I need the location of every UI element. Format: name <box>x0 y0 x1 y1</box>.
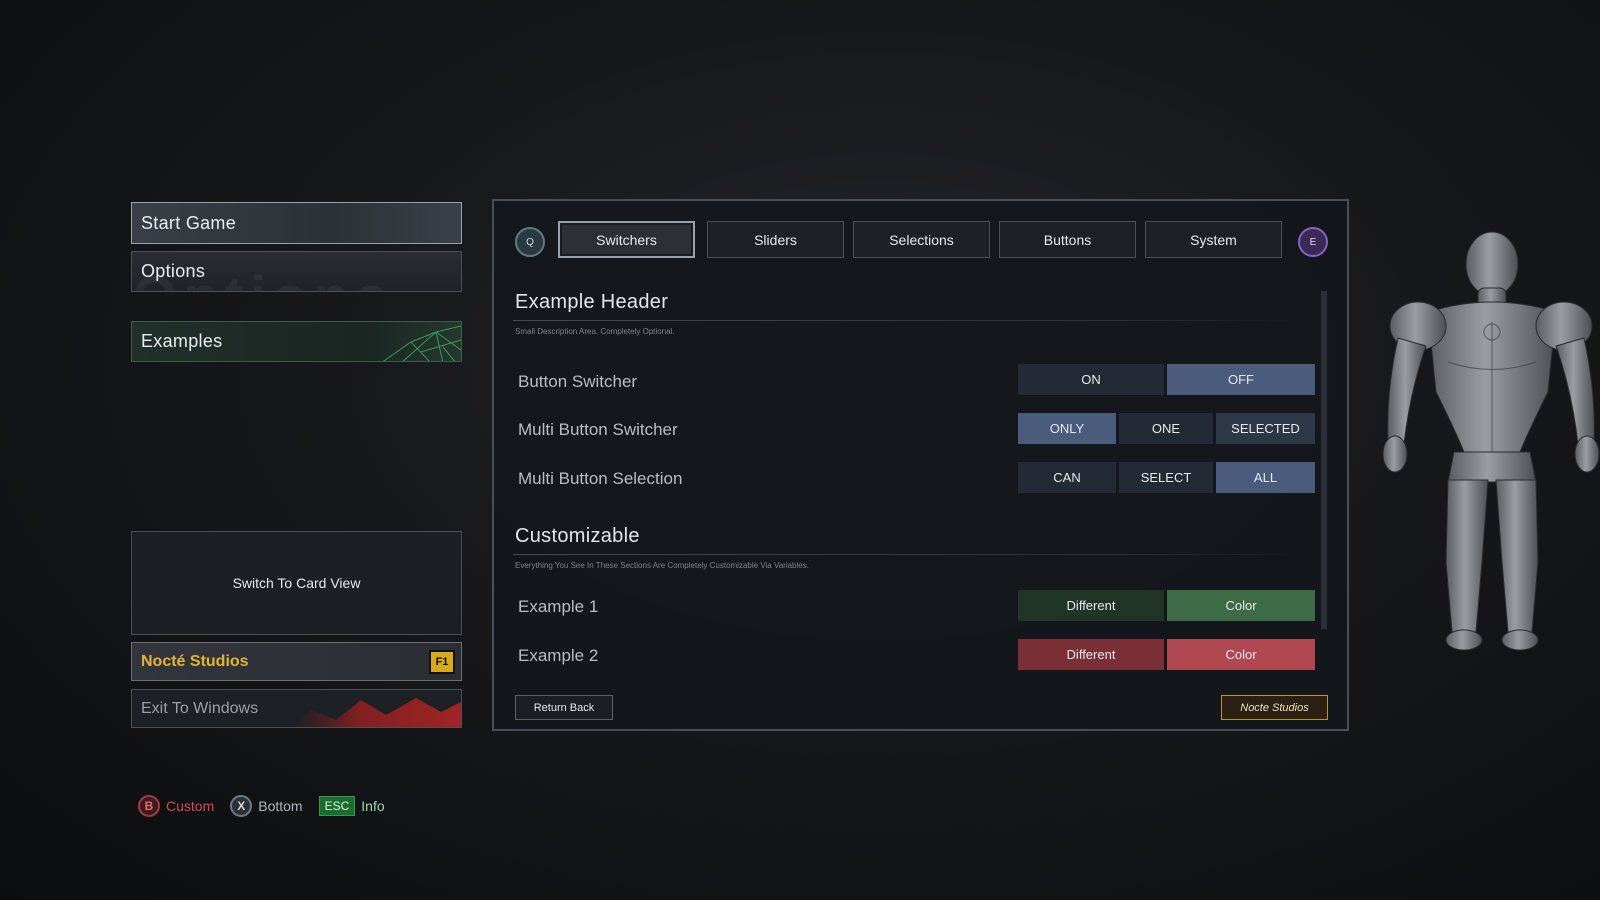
example2-option-color[interactable]: Color <box>1167 639 1315 670</box>
row-label-multi-button-selection: Multi Button Selection <box>518 469 683 488</box>
exit-windows-label: Exit To Windows <box>141 699 259 717</box>
hint-custom-label: Custom <box>166 798 215 814</box>
switch-card-view-button[interactable]: Switch To Card View <box>131 531 462 635</box>
return-back-label: Return Back <box>533 701 595 714</box>
row-label-button-switcher: Button Switcher <box>518 372 638 391</box>
section-title: Example Header <box>515 291 669 313</box>
nocte-studios-label: Nocté Studios <box>141 652 249 670</box>
exit-windows-button[interactable]: Exit To Windows <box>131 689 462 728</box>
examples-label: Examples <box>141 331 223 351</box>
f1-key-badge: F1 <box>429 650 455 674</box>
tab-switchers-label: Switchers <box>596 231 657 248</box>
row-label-example-1: Example 1 <box>518 597 599 616</box>
switch-option-off[interactable]: OFF <box>1167 364 1315 395</box>
switch-option-one[interactable]: ONE <box>1119 413 1213 444</box>
controller-hints: B Custom X Bottom ESC Info <box>138 795 385 817</box>
switch-option-on[interactable]: ON <box>1018 364 1164 395</box>
hint-bottom-label: Bottom <box>258 798 303 814</box>
selection-option-all[interactable]: ALL <box>1216 462 1315 493</box>
section-description: Everything You See In These Sections Are… <box>515 561 809 570</box>
tab-buttons-label: Buttons <box>1043 231 1092 248</box>
example1-option-color[interactable]: Color <box>1167 590 1315 621</box>
tab-sliders[interactable]: Sliders <box>707 221 844 258</box>
section-title: Customizable <box>515 525 640 547</box>
row-label-example-2: Example 2 <box>518 646 599 665</box>
tab-system[interactable]: System <box>1145 221 1282 258</box>
section-divider <box>513 320 1303 321</box>
tab-sliders-label: Sliders <box>754 231 797 248</box>
network-decoration-icon <box>382 325 461 361</box>
section-description: Small Description Area. Completely Optio… <box>515 327 675 336</box>
nocte-studios-credit-label: Nocte Studios <box>1240 701 1309 714</box>
switch-option-selected[interactable]: SELECTED <box>1216 413 1315 444</box>
prev-tab-key-icon[interactable]: Q <box>515 227 545 257</box>
example1-option-different[interactable]: Different <box>1018 590 1164 621</box>
switch-option-only[interactable]: ONLY <box>1018 413 1116 444</box>
next-tab-key-icon[interactable]: E <box>1298 227 1328 257</box>
selection-option-select[interactable]: SELECT <box>1119 462 1213 493</box>
tab-buttons[interactable]: Buttons <box>999 221 1136 258</box>
selection-option-can[interactable]: CAN <box>1018 462 1116 493</box>
return-back-button[interactable]: Return Back <box>515 695 613 720</box>
nocte-studios-button[interactable]: Nocté Studios F1 <box>131 642 462 681</box>
start-game-button[interactable]: Start Game <box>131 202 462 244</box>
options-button[interactable]: Options Options <box>131 251 462 292</box>
red-smoke-decoration-icon <box>293 698 461 727</box>
settings-panel: Q Switchers Sliders Selections Buttons S… <box>492 199 1349 731</box>
tab-selections-label: Selections <box>889 231 954 248</box>
character-mannequin-icon <box>1382 231 1600 651</box>
row-label-multi-button-switcher: Multi Button Switcher <box>518 420 678 439</box>
hint-info-label: Info <box>361 798 385 814</box>
tab-system-label: System <box>1190 231 1237 248</box>
tab-selections[interactable]: Selections <box>853 221 990 258</box>
nocte-studios-credit-button[interactable]: Nocte Studios <box>1221 695 1328 720</box>
content-scrollbar[interactable] <box>1321 291 1327 629</box>
examples-button[interactable]: Examples <box>131 321 462 362</box>
start-game-label: Start Game <box>141 212 237 233</box>
example2-option-different[interactable]: Different <box>1018 639 1164 670</box>
section-divider <box>513 554 1303 555</box>
x-button-icon: X <box>230 795 253 817</box>
options-label: Options <box>141 261 206 281</box>
tab-switchers[interactable]: Switchers <box>558 221 695 258</box>
b-button-icon: B <box>138 795 160 817</box>
esc-key-icon: ESC <box>318 796 356 816</box>
switch-card-view-label: Switch To Card View <box>232 575 361 591</box>
